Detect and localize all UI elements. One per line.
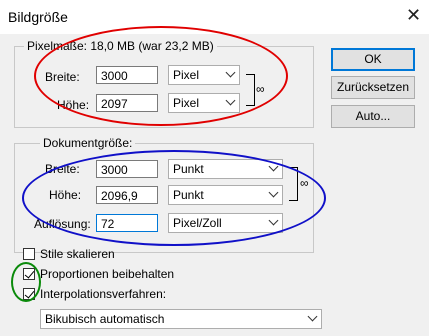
document-size-legend: Dokumentgröße: [40,136,136,150]
ok-button[interactable]: OK [331,48,415,71]
resample-method-select[interactable]: Bikubisch automatisch [40,309,322,329]
red-annotation-ellipse [34,26,288,126]
resample-method-value: Bikubisch automatisch [45,312,165,326]
scale-styles-checkbox[interactable] [23,248,35,260]
scale-styles-label: Stile skalieren [40,247,115,261]
resample-label: Interpolationsverfahren: [40,287,167,301]
auto-button[interactable]: Auto... [331,105,415,128]
close-icon[interactable]: ✕ [406,6,421,24]
green-annotation-ellipse [11,262,41,302]
chevron-down-icon [307,311,318,322]
blue-annotation-ellipse [22,150,326,246]
constrain-proportions-label: Proportionen beibehalten [40,267,175,281]
window-title: Bildgröße [8,9,68,25]
reset-button[interactable]: Zurücksetzen [331,76,415,99]
